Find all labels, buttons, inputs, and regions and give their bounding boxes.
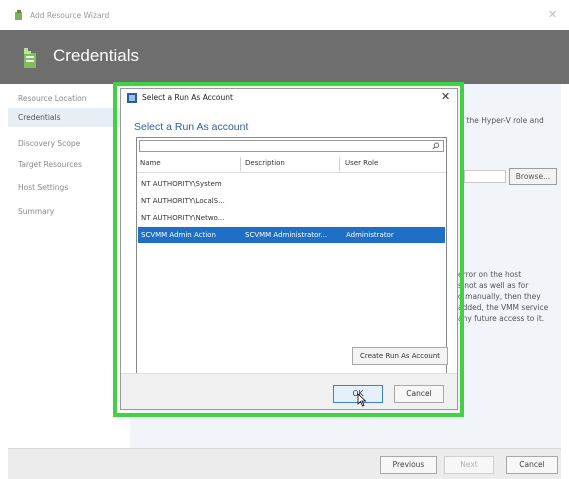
search-input[interactable] (142, 141, 427, 151)
column-header-description[interactable]: Description (245, 159, 285, 171)
info-line: error on the host (458, 270, 522, 279)
dialog-app-icon (127, 93, 137, 103)
wizard-titlebar: Add Resource Wizard ✕ (0, 0, 569, 30)
credentials-wizard-icon (24, 48, 36, 68)
info-line: any future access to it. (458, 314, 545, 323)
browse-button[interactable]: Browse... (509, 168, 557, 185)
search-box (139, 140, 444, 152)
nav-item-summary[interactable]: Summary (8, 202, 130, 221)
table-row[interactable]: NT AUTHORITY\Netwo... (138, 210, 445, 226)
previous-button[interactable]: Previous (380, 456, 437, 474)
dialog-cancel-button[interactable]: Cancel (394, 385, 444, 403)
create-run-as-account-button[interactable]: Create Run As Account (352, 347, 448, 365)
table-row-selected[interactable]: SCVMM Admin Action SCVMM Administrator..… (138, 227, 445, 243)
dialog-title: Select a Run As Account (142, 93, 233, 102)
column-separator (339, 157, 340, 171)
info-line: s not as well as for (458, 281, 529, 290)
hyperv-text: ll the Hyper-V role and (460, 116, 544, 125)
nav-item-target-resources[interactable]: Target Resources (8, 155, 130, 174)
mouse-cursor-icon (357, 393, 367, 407)
dialog-titlebar: Select a Run As Account ✕ (121, 89, 457, 107)
column-header-user-role[interactable]: User Role (345, 159, 378, 171)
wizard-app-icon (15, 10, 22, 20)
account-list: Name Description User Role NT AUTHORITY\… (136, 137, 447, 379)
window-close-icon[interactable]: ✕ (548, 8, 557, 21)
wizard-nav: Resource Location Credentials Discovery … (8, 84, 130, 448)
next-button[interactable]: Next (444, 456, 494, 474)
info-line: d manually, then they (458, 292, 541, 301)
cell-name: NT AUTHORITY\Netwo... (141, 214, 225, 222)
header-divider (137, 172, 446, 173)
wizard-cancel-button[interactable]: Cancel (506, 456, 558, 474)
nav-item-host-settings[interactable]: Host Settings (8, 178, 130, 197)
cell-name: NT AUTHORITY\LocalS... (141, 197, 225, 205)
nav-item-credentials[interactable]: Credentials (8, 108, 130, 127)
window-title: Add Resource Wizard (30, 11, 110, 20)
info-line: added, the VMM service (458, 303, 549, 312)
column-header-name[interactable]: Name (140, 159, 161, 171)
dialog-heading: Select a Run As account (134, 121, 249, 133)
nav-item-discovery-scope[interactable]: Discovery Scope (8, 134, 130, 153)
wizard-header: Credentials (0, 30, 569, 84)
table-row[interactable]: NT AUTHORITY\LocalS... (138, 193, 445, 209)
column-separator (240, 157, 241, 171)
table-row[interactable]: NT AUTHORITY\System (138, 176, 445, 192)
cell-description: SCVMM Administrator... (245, 231, 328, 239)
cell-user-role: Administrator (346, 231, 394, 239)
account-field[interactable] (464, 170, 506, 183)
run-as-account-dialog: Select a Run As Account ✕ Select a Run A… (120, 88, 458, 410)
page-title: Credentials (53, 46, 139, 65)
search-icon[interactable] (432, 142, 440, 150)
dialog-close-icon[interactable]: ✕ (441, 90, 450, 103)
cell-name: NT AUTHORITY\System (141, 180, 222, 188)
nav-item-resource-location[interactable]: Resource Location (8, 89, 130, 108)
cell-name: SCVMM Admin Action (141, 231, 216, 239)
